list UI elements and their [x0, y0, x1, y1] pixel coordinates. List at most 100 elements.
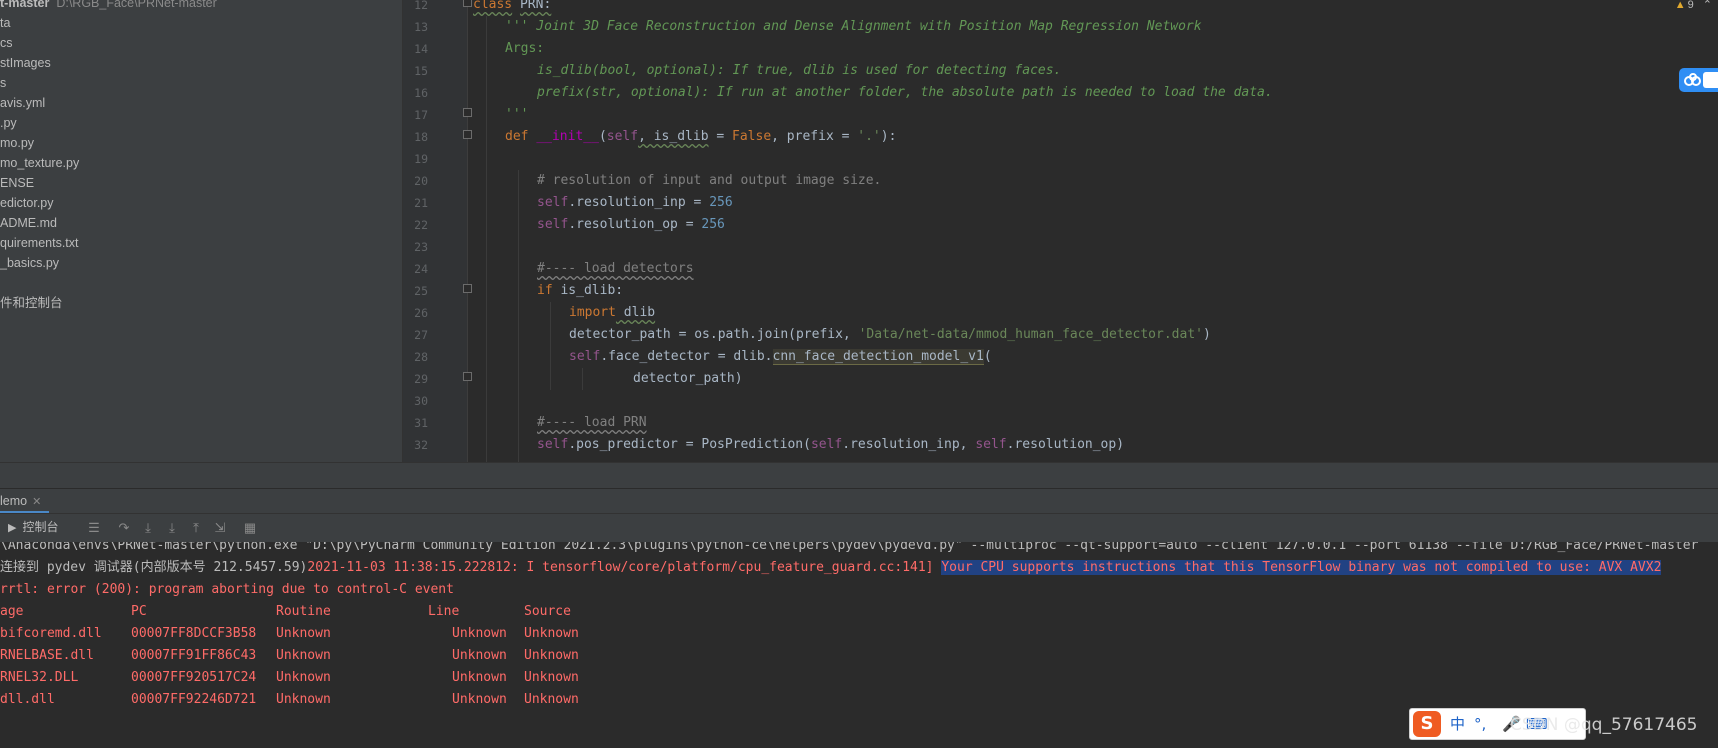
- self-keyword: self: [569, 349, 601, 364]
- code-line: #---- load detectors: [537, 258, 694, 280]
- console-cell: Unknown: [276, 648, 331, 663]
- step-out-icon[interactable]: ⤒: [188, 520, 204, 536]
- project-panel: t-master D:\RGB_Face\PRNet-master ta cs s…: [0, 0, 402, 488]
- console-line: rrtl: error (200): program aborting due …: [0, 582, 454, 597]
- code-text: ):: [880, 129, 897, 144]
- code-line: self.face_detector = dlib.cnn_face_detec…: [569, 346, 992, 368]
- code-text: .resolution_op =: [568, 217, 702, 232]
- code-text: ): [1202, 327, 1211, 342]
- fold-icon[interactable]: [463, 372, 472, 381]
- line-number: 32: [414, 438, 428, 452]
- self-keyword: self: [537, 437, 569, 452]
- string-literal: '.': [857, 129, 881, 144]
- fold-column: [467, 0, 468, 462]
- code-line: self.pos_predictor = PosPrediction(self.…: [537, 434, 1124, 456]
- tree-item-folder[interactable]: cs: [0, 33, 217, 53]
- inspection-widget[interactable]: ▲ 9 ⌃: [1675, 0, 1712, 11]
- code-text: .resolution_inp =: [568, 195, 710, 210]
- line-number: 14: [414, 42, 428, 56]
- console-cell: Unknown: [452, 670, 507, 685]
- class-name: PRN:: [519, 0, 552, 12]
- cloud-button-tab: [1703, 72, 1718, 88]
- code-text: (: [598, 129, 607, 144]
- number-literal: 256: [701, 217, 725, 232]
- code-line: self.resolution_inp = 256: [537, 192, 733, 214]
- code-line: is_dlib(bool, optional): If true, dlib i…: [537, 60, 1061, 82]
- tree-item-file[interactable]: _basics.py: [0, 253, 217, 273]
- tree-item-file[interactable]: avis.yml: [0, 93, 217, 113]
- tree-item-file[interactable]: mo_texture.py: [0, 153, 217, 173]
- step-into-icon[interactable]: ⤓: [140, 520, 156, 536]
- code-text: dlib: [615, 305, 656, 320]
- console-cell: RNELBASE.dll: [0, 648, 94, 663]
- console-col-header: PC: [131, 604, 147, 619]
- line-number: 12: [414, 0, 428, 12]
- console-cell: Unknown: [452, 626, 507, 641]
- tree-item-file[interactable]: edictor.py: [0, 193, 217, 213]
- console-col-header: Routine: [276, 604, 331, 619]
- tree-item-folder[interactable]: ta: [0, 13, 217, 33]
- step-over-icon[interactable]: ↷: [116, 520, 132, 536]
- keyword: def: [505, 129, 529, 144]
- tree-item-file[interactable]: s: [0, 73, 217, 93]
- tree-item-scratches[interactable]: 件和控制台: [0, 293, 217, 313]
- close-icon[interactable]: ✕: [32, 496, 41, 508]
- chevron-icon: ⌃: [1702, 0, 1712, 11]
- run-config-label: lemo: [0, 494, 28, 508]
- console-line: \Anaconda\envs\PRNet-master\python.exe "…: [0, 542, 1699, 553]
- run-tool-window-header: lemo ✕: [0, 488, 1718, 514]
- code-editor[interactable]: 12 13 14 15 16 17 18 19 20 21 22 23 24 2…: [403, 0, 1718, 462]
- tree-item-file[interactable]: ENSE: [0, 173, 217, 193]
- console-cell: Unknown: [276, 670, 331, 685]
- code-text: =: [708, 129, 733, 144]
- ime-language-toggle[interactable]: 中: [1450, 713, 1465, 735]
- console-cell: RNEL32.DLL: [0, 670, 79, 685]
- line-number: 15: [414, 64, 428, 78]
- console-tab[interactable]: ▶ 控制台: [8, 514, 58, 541]
- code-text: is_dlib:: [552, 283, 624, 298]
- evaluate-expression-icon[interactable]: ▦: [242, 520, 258, 536]
- code-line: detector_path = os.path.join(prefix, 'Da…: [569, 324, 1211, 346]
- fold-icon[interactable]: [463, 0, 472, 7]
- cloud-sync-button[interactable]: [1679, 68, 1718, 92]
- line-number: 22: [414, 218, 428, 232]
- tree-item-file[interactable]: .py: [0, 113, 217, 133]
- step-into-my-code-icon[interactable]: ⤓: [164, 520, 180, 536]
- tree-item-file[interactable]: ADME.md: [0, 213, 217, 233]
- docstring: ''': [505, 107, 529, 122]
- tree-root-name: t-master: [0, 0, 50, 10]
- tree-item-file[interactable]: mo.py: [0, 133, 217, 153]
- code-line: ''' Joint 3D Face Reconstruction and Den…: [505, 16, 1202, 38]
- code-line: # resolution of input and output image s…: [537, 170, 881, 192]
- tree-item-external-libs[interactable]: [0, 273, 217, 293]
- ime-punctuation-toggle[interactable]: °,: [1474, 713, 1486, 735]
- tree-item-folder[interactable]: stImages: [0, 53, 217, 73]
- code-text: .resolution_inp,: [842, 437, 976, 452]
- docstring: is_dlib(bool, optional): If true, dlib i…: [537, 63, 1062, 78]
- line-number: 31: [414, 416, 428, 430]
- csdn-watermark: CSDN @qq_57617465: [1510, 715, 1698, 735]
- code-line: class PRN:: [473, 0, 551, 16]
- code-line: Args:: [505, 38, 544, 60]
- menu-icon[interactable]: ☰: [86, 520, 102, 536]
- fold-icon[interactable]: [463, 108, 472, 117]
- keyword: import: [569, 305, 616, 320]
- docstring: prefix(str, optional): If run at another…: [537, 85, 1273, 100]
- sogou-logo-icon[interactable]: S: [1413, 711, 1441, 737]
- highlighted-symbol: cnn_face_detection_model_v1: [772, 349, 984, 365]
- run-to-cursor-icon[interactable]: ⇲: [212, 520, 228, 536]
- tree-item-file[interactable]: quirements.txt: [0, 233, 217, 253]
- fold-icon[interactable]: [463, 284, 472, 293]
- console-toolbar: ▶ 控制台 ☰ ↷ ⤓ ⤓ ⤒ ⇲ ▦: [0, 513, 1718, 543]
- tree-root[interactable]: t-master D:\RGB_Face\PRNet-master: [0, 0, 217, 13]
- code-line: detector_path): [633, 368, 743, 390]
- self-keyword: self: [537, 217, 569, 232]
- code-line: self.resolution_op = 256: [537, 214, 725, 236]
- console-col-header: Source: [524, 604, 571, 619]
- run-config-tab[interactable]: lemo ✕: [0, 489, 50, 514]
- keyword: if: [537, 283, 553, 298]
- fold-icon[interactable]: [463, 130, 472, 139]
- code-text: , is_dlib: [638, 129, 709, 144]
- console-error-text: 2021-11-03 11:38:15.222812: I tensorflow…: [307, 560, 942, 575]
- console-cell: 00007FF91FF86C43: [131, 648, 257, 663]
